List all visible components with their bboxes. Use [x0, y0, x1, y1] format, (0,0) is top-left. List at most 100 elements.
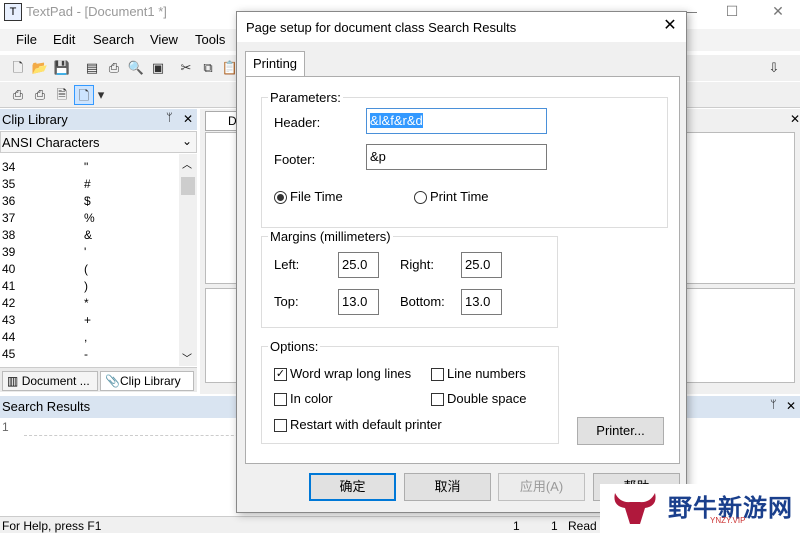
list-item[interactable]: 35 #	[0, 177, 178, 194]
footer-input[interactable]: &p	[366, 144, 547, 170]
apply-button[interactable]: 应用(A)	[498, 473, 585, 501]
left-margin-input[interactable]: 25.0	[338, 252, 379, 278]
clip-panel-tabs: ▥ Document ... 📎Clip Library	[0, 367, 197, 392]
menu-file[interactable]: File	[16, 32, 37, 47]
cancel-button[interactable]: 取消	[404, 473, 491, 501]
close-icon[interactable]: ✕	[786, 399, 796, 413]
caret-line	[24, 426, 254, 436]
clip-category-value: ANSI Characters	[2, 135, 100, 150]
print-time-label[interactable]: Print Time	[430, 189, 489, 204]
chevron-down-icon[interactable]: ﹀	[182, 350, 192, 365]
in-color-label[interactable]: In color	[290, 391, 333, 406]
window-title: TextPad - [Document1 *]	[26, 4, 167, 19]
list-item[interactable]: 44,	[0, 330, 178, 347]
file-time-radio[interactable]	[274, 191, 287, 204]
status-mode: Read	[568, 519, 597, 533]
open-folder-icon[interactable]: 📂	[30, 58, 50, 78]
watermark-sub: YNZY.VIP	[710, 516, 746, 525]
list-item[interactable]: 41)	[0, 279, 178, 296]
print-preview-icon[interactable]: 🔍	[126, 58, 146, 78]
close-icon[interactable]: ✕	[790, 112, 800, 126]
status-line: 1	[513, 519, 520, 533]
chevron-up-icon[interactable]: ︿	[182, 156, 192, 171]
chevron-down-icon[interactable]: ▾	[96, 85, 106, 105]
status-column: 1	[551, 519, 558, 533]
ok-button[interactable]: 确定	[309, 473, 396, 501]
line-numbers-label[interactable]: Line numbers	[447, 366, 526, 381]
dialog-title: Page setup for document class Search Res…	[246, 20, 517, 35]
print-time-radio[interactable]	[414, 191, 427, 204]
word-wrap-checkbox[interactable]: ✓	[274, 368, 287, 381]
bottom-margin-input[interactable]: 13.0	[461, 289, 502, 315]
find-next-arrow-icon[interactable]: ⇩	[764, 58, 784, 78]
save-all-icon[interactable]: ▤	[82, 58, 102, 78]
right-margin-label: Right:	[400, 257, 434, 272]
textpad-app-icon: T	[4, 3, 22, 21]
print-icon[interactable]: ⎙	[104, 58, 124, 78]
double-space-checkbox[interactable]	[431, 393, 444, 406]
document-icon[interactable]: 🗋	[74, 85, 94, 105]
clip-category-select[interactable]: ANSI Characters ⌄	[0, 131, 197, 153]
menu-tools[interactable]: Tools	[195, 32, 225, 47]
menu-edit[interactable]: Edit	[53, 32, 75, 47]
scrollbar-thumb[interactable]	[181, 177, 195, 195]
print-icon[interactable]: ⎙	[8, 85, 28, 105]
menu-search[interactable]: Search	[93, 32, 134, 47]
menu-view[interactable]: View	[150, 32, 178, 47]
list-item[interactable]: 37%	[0, 211, 178, 228]
tab-printing[interactable]: Printing	[245, 51, 305, 77]
margins-group: Margins (millimeters) Left: 25.0 Right: …	[261, 229, 558, 328]
header-input[interactable]: &l&f&r&d	[366, 108, 547, 134]
left-margin-label: Left:	[274, 257, 300, 272]
word-wrap-label[interactable]: Word wrap long lines	[290, 366, 411, 381]
page-setup-dialog: Page setup for document class Search Res…	[236, 11, 687, 513]
margins-title: Margins (millimeters)	[268, 229, 393, 244]
list-item[interactable]: 34 "	[0, 160, 178, 177]
copy-icon[interactable]: ⧉	[198, 58, 218, 78]
print-all-icon[interactable]: ⎙	[30, 85, 50, 105]
options-title: Options:	[268, 339, 321, 354]
watermark: 野牛新游网 YNZY.VIP	[600, 484, 800, 533]
in-color-checkbox[interactable]	[274, 393, 287, 406]
clip-icon: 📎	[105, 374, 120, 388]
pin-icon[interactable]: ᛘ	[770, 399, 777, 411]
restart-printer-checkbox[interactable]	[274, 419, 287, 432]
new-file-icon[interactable]: 🗋	[8, 58, 28, 78]
search-results-title: Search Results	[2, 399, 91, 414]
page-setup-icon[interactable]: ▣	[148, 58, 168, 78]
pin-icon[interactable]: ᛘ	[166, 112, 173, 124]
bull-logo-icon	[614, 493, 656, 524]
list-item[interactable]: 39 '	[0, 245, 178, 262]
clip-library-title: Clip Library	[2, 112, 68, 127]
file-time-label[interactable]: File Time	[290, 189, 343, 204]
list-item[interactable]: 36 $	[0, 194, 178, 211]
clip-list: 34 " 35 # 36 $ 37% 38 & 39 ' 40( 41) 42 * 43 + …	[0, 154, 178, 366]
preview-icon[interactable]: 🗎	[52, 85, 72, 105]
list-item[interactable]: 38 &	[0, 228, 178, 245]
options-group: Options: ✓ Word wrap long lines Line num…	[261, 339, 559, 444]
right-margin-input[interactable]: 25.0	[461, 252, 502, 278]
dialog-close-button[interactable]: ✕	[661, 18, 679, 36]
tab-document-selector[interactable]: ▥ Document ...	[2, 371, 98, 391]
list-item[interactable]: 40(	[0, 262, 178, 279]
bottom-margin-label: Bottom:	[400, 294, 445, 309]
parameters-title: Parameters:	[268, 90, 343, 105]
close-button[interactable]: ✕	[756, 0, 800, 24]
parameters-group: Parameters: Header: &l&f&r&d Footer: &p …	[261, 90, 668, 228]
maximize-button[interactable]: ☐	[710, 0, 754, 24]
printer-button[interactable]: Printer...	[577, 417, 664, 445]
line-number: 1	[2, 420, 9, 434]
restart-printer-label[interactable]: Restart with default printer	[290, 417, 442, 432]
document-tab-icon: ▥	[7, 374, 19, 388]
top-margin-input[interactable]: 13.0	[338, 289, 379, 315]
double-space-label[interactable]: Double space	[447, 391, 527, 406]
line-numbers-checkbox[interactable]	[431, 368, 444, 381]
list-item[interactable]: 45-	[0, 347, 178, 364]
close-icon[interactable]: ✕	[183, 112, 193, 126]
list-item[interactable]: 43 +	[0, 313, 178, 330]
cut-icon[interactable]: ✂	[176, 58, 196, 78]
tab-clip-library[interactable]: 📎Clip Library	[100, 371, 194, 391]
footer-label: Footer:	[274, 152, 316, 167]
save-icon[interactable]: 💾	[52, 58, 72, 78]
list-item[interactable]: 42 *	[0, 296, 178, 313]
